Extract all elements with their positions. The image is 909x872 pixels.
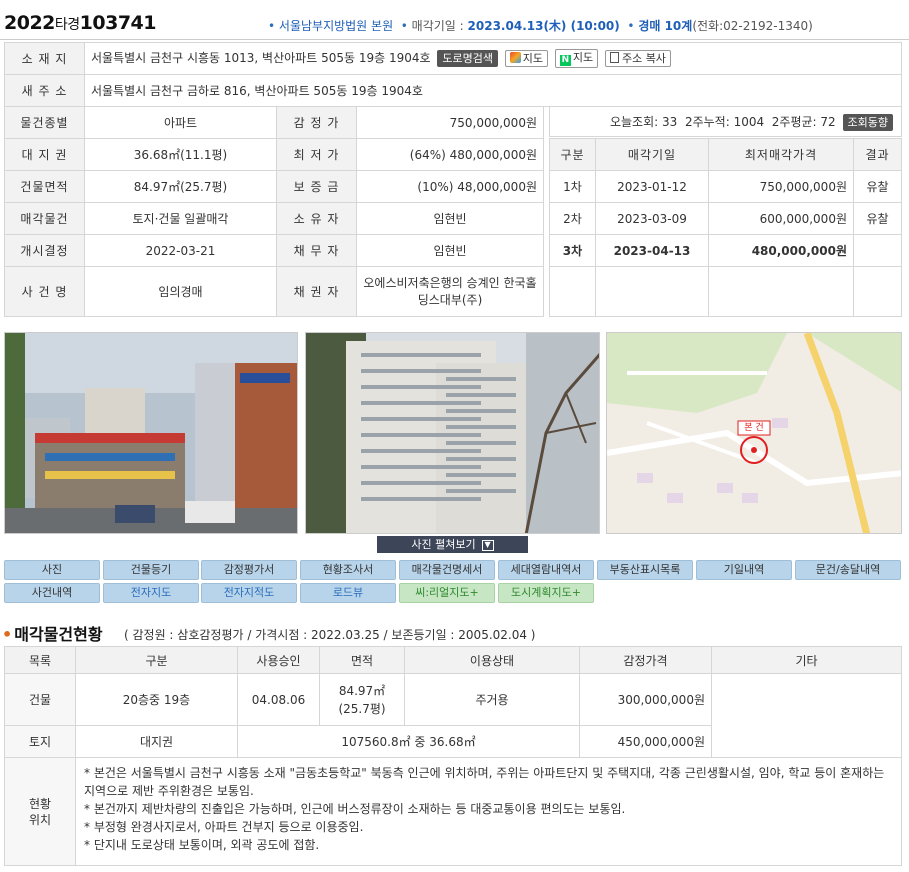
property-status-table: 목록 구분 사용승인 면적 이용상태 감정가격 기타 건물 20층중 19층 0…: [4, 646, 902, 866]
history-row-current: 3차 2023-04-13 480,000,000원: [549, 234, 902, 267]
tab-e-map[interactable]: 전자지도: [103, 583, 199, 603]
naver-icon: N: [559, 55, 571, 66]
creditor: 오에스비저축은행의 승계인 한국홀딩스대부(주): [356, 266, 544, 317]
location-note: * 단지내 도로상태 보통이며, 외곽 공도에 접함.: [84, 838, 320, 852]
daum-map-button[interactable]: 지도: [504, 50, 549, 67]
street-photo[interactable]: [4, 332, 298, 534]
sale-history-table: 구분 매각기일 최저매각가격 결과 1차 2023-01-12 750,000,…: [549, 138, 902, 317]
tab-cadastral-map[interactable]: 전자지적도: [201, 583, 297, 603]
naver-map-button[interactable]: N 지도: [554, 49, 599, 68]
location-label: 소 재 지: [4, 42, 85, 75]
court-name: 서울남부지방법원 본원: [278, 19, 394, 33]
daum-icon: [509, 52, 521, 63]
location-notes-row: 현황 위치 * 본건은 서울특별시 금천구 시흥동 소재 "금동초등학교" 북동측…: [4, 757, 902, 866]
address-table: 소 재 지 서울특별시 금천구 시흥동 1013, 벽산아파트 505동 19층…: [4, 42, 902, 107]
copy-icon: [609, 52, 619, 63]
tab-real-map[interactable]: 씨:리얼지도+: [399, 583, 495, 603]
dept-phone: (전화:02-2192-1340): [692, 19, 813, 33]
road-name-search-button[interactable]: 도로명검색: [437, 50, 498, 67]
section-title: • 매각물건현황: [2, 625, 103, 644]
tab-survey[interactable]: 현황조사서: [300, 560, 396, 580]
property-info-table: 물건종별 아파트 감 정 가 750,000,000원 대 지 권 36.68㎡…: [4, 106, 544, 317]
tab-date-history[interactable]: 기일내역: [696, 560, 792, 580]
tab-urban-plan-map[interactable]: 도시계획지도+: [498, 583, 594, 603]
auction-dept: 경매 10계: [638, 19, 693, 33]
copy-address-button[interactable]: 주소 복사: [604, 50, 671, 67]
history-row: 2차 2023-03-09 600,000,000원 유찰: [549, 202, 902, 235]
table-row: 건물 20층중 19층 04.08.06 84.97㎡ (25.7평) 주거용 3…: [4, 673, 902, 758]
sale-object: 토지·건물 일괄매각: [84, 202, 277, 235]
tab-appraisal[interactable]: 감정평가서: [201, 560, 297, 580]
tab-roadview[interactable]: 로드뷰: [300, 583, 396, 603]
sale-date: 2023.04.13(木) (10:00): [467, 19, 620, 33]
location-note: * 본건까지 제반차량의 진출입은 가능하며, 인근에 버스정류장이 소재하는 …: [84, 802, 626, 816]
commencement-date: 2022-03-21: [84, 234, 277, 267]
location-address: 서울특별시 금천구 시흥동 1013, 벽산아파트 505동 19층 1904호: [91, 51, 431, 65]
appraisal-price: 750,000,000원: [356, 106, 544, 139]
minimum-price: (64%) 480,000,000원: [356, 138, 544, 171]
property-type[interactable]: 아파트: [84, 106, 277, 139]
view-counter: 오늘조회: 33 2주누적: 1004 2주평균: 72 조회동향: [549, 106, 902, 137]
tab-sale-statement[interactable]: 매각물건명세서: [399, 560, 495, 580]
case-number: 2022타경103741: [4, 12, 156, 34]
building-area: 84.97㎡(25.7평): [84, 170, 277, 203]
deposit: (10%) 48,000,000원: [356, 170, 544, 203]
case-name: 임의경매: [84, 266, 277, 317]
tab-household[interactable]: 세대열람내역서: [498, 560, 594, 580]
photo-expand-button[interactable]: 사진 펼쳐보기 ▼: [377, 536, 528, 553]
view-trend-button[interactable]: 조회동향: [842, 114, 893, 131]
tab-building-registry[interactable]: 건물등기: [103, 560, 199, 580]
section-subtitle: ( 감정원 : 삼호감정평가 / 가격시점 : 2022.03.25 / 보존등…: [124, 628, 536, 642]
owner: 임현빈: [356, 202, 544, 235]
two-week-average: 72: [820, 115, 836, 129]
tab-case-history[interactable]: 사건내역: [4, 583, 100, 603]
today-views: 33: [662, 115, 678, 129]
history-row: 1차 2023-01-12 750,000,000원 유찰: [549, 170, 902, 203]
tab-photos[interactable]: 사진: [4, 560, 100, 580]
two-week-views: 1004: [733, 115, 765, 129]
chevron-down-icon: ▼: [481, 539, 494, 551]
location-map[interactable]: 본 건: [606, 332, 902, 534]
location-note: * 본건은 서울특별시 금천구 시흥동 소재 "금동초등학교" 북동측 인근에 …: [84, 766, 885, 798]
building-photo[interactable]: [305, 332, 600, 534]
location-note: * 부정형 완경사지로서, 아파트 건부지 등으로 이용중임.: [84, 820, 364, 834]
tab-documents[interactable]: 문건/송달내역: [795, 560, 901, 580]
map-marker-label: 본 건: [744, 423, 764, 433]
case-meta: • 서울남부지방법원 본원 • 매각기일 : 2023.04.13(木) (10…: [268, 19, 813, 33]
tab-property-list[interactable]: 부동산표시목록: [597, 560, 693, 580]
debtor: 임현빈: [356, 234, 544, 267]
new-address-label: 새 주 소: [4, 74, 85, 107]
new-address: 서울특별시 금천구 금하로 816, 벽산아파트 505동 19층 1904호: [84, 74, 902, 107]
land-right-area: 36.68㎡(11.1평): [84, 138, 277, 171]
